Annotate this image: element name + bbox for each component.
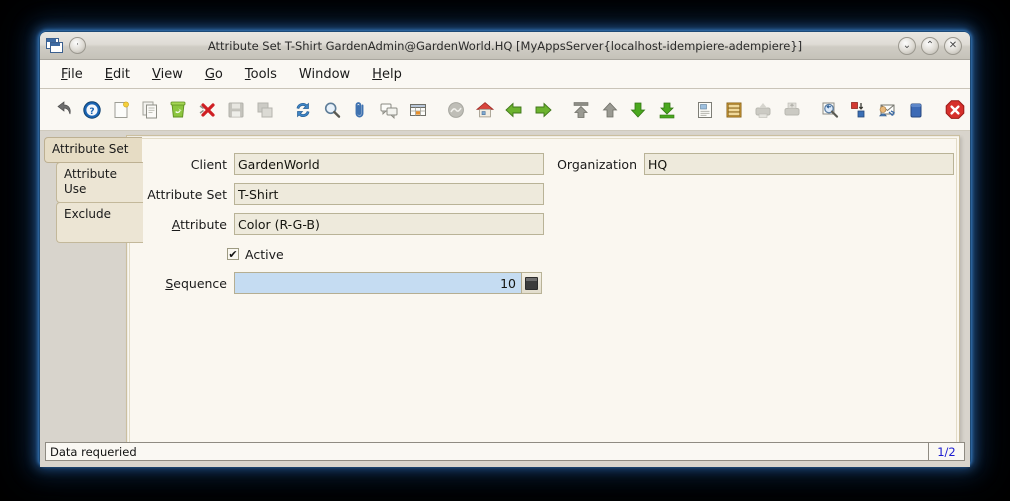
chat-icon[interactable] (376, 95, 403, 125)
copy-record-icon[interactable] (136, 95, 163, 125)
new-record-icon[interactable] (108, 95, 135, 125)
print-icon[interactable] (778, 95, 805, 125)
organization-input[interactable]: HQ (644, 153, 954, 175)
back-icon[interactable] (500, 95, 527, 125)
history-icon[interactable] (443, 95, 470, 125)
sequence-stepper-button[interactable] (522, 272, 542, 294)
tab-attribute-set-label: Attribute Set (52, 142, 129, 156)
menu-help-label: elp (381, 66, 402, 82)
stepper-icon (525, 276, 538, 290)
previous-record-icon[interactable] (596, 95, 623, 125)
client-input[interactable]: GardenWorld (234, 153, 544, 175)
menu-window-label: Window (298, 66, 351, 82)
status-message: Data requeried (45, 442, 929, 461)
attribute-label: Attribute (127, 217, 234, 232)
close-button[interactable]: ✕ (944, 37, 962, 55)
application-window: · Attribute Set T-Shirt GardenAdmin@Gard… (40, 32, 970, 467)
menu-bar: File Edit View Go Tools Window Help (40, 60, 970, 89)
client-label: Client (190, 156, 227, 172)
content-area: Attribute Set Attribute Use Exclude Clie… (40, 131, 970, 467)
menu-tools[interactable]: Tools (234, 65, 288, 84)
status-bar: Data requeried 1/2 (40, 442, 970, 464)
undo-icon[interactable] (50, 95, 77, 125)
attachment-icon[interactable] (347, 95, 374, 125)
tab-attribute-use[interactable]: Attribute Use (56, 162, 143, 203)
record-count-badge: 1/2 (929, 442, 965, 461)
maximize-button[interactable]: ⌃ (921, 37, 939, 55)
field-row-attribute: Attribute Color (R-G-B) (127, 213, 544, 235)
title-bar-left: · (40, 37, 86, 54)
menu-go[interactable]: Go (194, 65, 234, 84)
minimize-button[interactable]: ⌄ (898, 37, 916, 55)
recycle-bin-icon[interactable] (165, 95, 192, 125)
menu-view-mnemonic: V (151, 66, 161, 82)
sequence-label: Sequence (127, 276, 234, 291)
organization-label: Organization (557, 156, 637, 172)
vertical-tab-strip: Attribute Set Attribute Use Exclude (44, 137, 143, 243)
menu-go-mnemonic: G (204, 66, 215, 82)
next-record-icon[interactable] (625, 95, 652, 125)
grid-toggle-icon[interactable] (405, 95, 432, 125)
menu-window[interactable]: Window (288, 65, 361, 84)
home-icon[interactable] (472, 95, 499, 125)
active-checkbox[interactable]: ✔ (227, 248, 239, 260)
save-copy-icon[interactable] (251, 95, 278, 125)
sequence-label-rest: equence (173, 275, 227, 291)
title-bar[interactable]: · Attribute Set T-Shirt GardenAdmin@Gard… (40, 32, 970, 60)
field-row-attribute-set: Attribute Set T-Shirt (127, 183, 544, 205)
request-icon[interactable] (874, 95, 901, 125)
menu-view[interactable]: View (141, 65, 194, 84)
field-row-active: ✔ Active (227, 243, 284, 265)
report-icon[interactable] (692, 95, 719, 125)
exit-icon[interactable] (941, 95, 968, 125)
svg-text:?: ? (90, 107, 95, 117)
menu-tools-label: ools (250, 66, 277, 82)
menu-go-label: o (214, 66, 223, 82)
menu-file-label: ile (67, 66, 83, 82)
desktop-background: · Attribute Set T-Shirt GardenAdmin@Gard… (0, 0, 1010, 501)
window-controls: ⌄ ⌃ ✕ (898, 37, 962, 55)
refresh-icon[interactable] (290, 95, 317, 125)
menu-edit-mnemonic: E (104, 66, 113, 82)
menu-help[interactable]: Help (361, 65, 413, 84)
menu-view-label: iew (160, 66, 183, 82)
tab-exclude[interactable]: Exclude (56, 202, 143, 243)
help-icon[interactable]: ? (79, 95, 106, 125)
forward-icon[interactable] (529, 95, 556, 125)
field-row-client: Client GardenWorld (127, 153, 544, 175)
system-menu-button[interactable]: · (69, 37, 86, 54)
menu-help-mnemonic: H (372, 66, 382, 82)
attribute-set-input[interactable]: T-Shirt (234, 183, 544, 205)
window-icon (46, 38, 63, 53)
last-record-icon[interactable] (654, 95, 681, 125)
attribute-label-mnemonic: A (171, 216, 181, 232)
tab-attribute-use-label: Attribute Use (64, 167, 117, 196)
product-info-icon[interactable] (903, 95, 930, 125)
print-preview-icon[interactable] (750, 95, 777, 125)
menu-edit[interactable]: Edit (94, 65, 141, 84)
archive-icon[interactable] (721, 95, 748, 125)
tab-attribute-set[interactable]: Attribute Set (44, 137, 142, 163)
find-icon[interactable] (318, 95, 345, 125)
menu-edit-label: dit (113, 66, 130, 82)
tab-exclude-label: Exclude (64, 207, 112, 221)
first-record-icon[interactable] (567, 95, 594, 125)
form-panel: Client GardenWorld Organization HQ Attri… (126, 135, 960, 459)
active-label: Active (245, 246, 284, 262)
zoom-across-icon[interactable] (817, 95, 844, 125)
attribute-input[interactable]: Color (R-G-B) (234, 213, 544, 235)
toolbar: ? (40, 89, 970, 131)
delete-record-icon[interactable] (194, 95, 221, 125)
process-icon[interactable] (845, 95, 872, 125)
attribute-label-rest: ttribute (180, 216, 227, 232)
field-row-organization: Organization HQ (542, 153, 954, 175)
sequence-input[interactable]: 10 (234, 272, 522, 294)
menu-file[interactable]: File (50, 65, 94, 84)
field-row-sequence: Sequence 10 (127, 272, 542, 294)
window-title: Attribute Set T-Shirt GardenAdmin@Garden… (207, 38, 803, 53)
attribute-set-label: Attribute Set (147, 186, 227, 202)
save-icon[interactable] (223, 95, 250, 125)
